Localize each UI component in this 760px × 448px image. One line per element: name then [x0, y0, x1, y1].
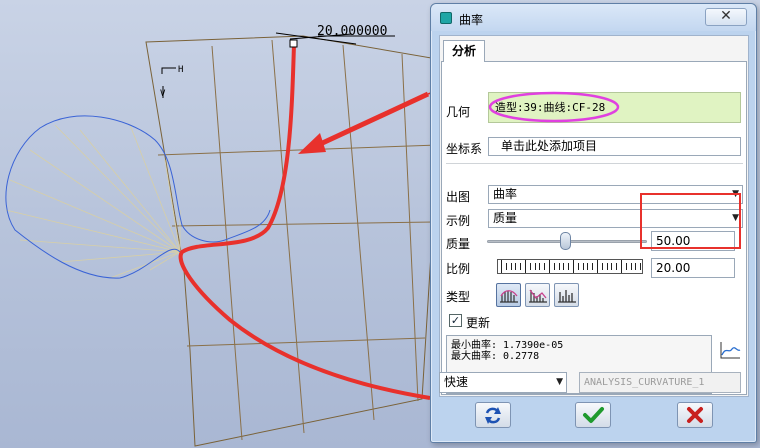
close-icon: ✕ [720, 8, 732, 24]
chevron-down-icon: ▼ [556, 377, 563, 387]
type-button-bars[interactable] [554, 283, 579, 307]
cross-icon [687, 407, 703, 423]
close-button[interactable]: ✕ [705, 8, 747, 26]
ruler-tick [529, 263, 531, 270]
ruler-tick [597, 260, 598, 273]
quality-value: 50.00 [656, 234, 691, 248]
geometry-label: 几何 [446, 105, 471, 119]
ruler-tick [601, 263, 603, 270]
feature-name-value: ANALYSIS_CURVATURE_1 [584, 377, 705, 388]
chevron-down-icon: ▼ [732, 189, 739, 199]
checkmark-icon: ✓ [450, 314, 461, 327]
update-label[interactable]: 更新 [466, 314, 490, 331]
csys-collector[interactable]: 单击此处添加项目 [488, 137, 741, 156]
curvature-app-icon [440, 12, 452, 24]
annotation-arrow-head [298, 133, 326, 154]
result-min-curvature: 最小曲率: 1.7390e-05 [451, 340, 564, 351]
ok-button[interactable] [575, 402, 611, 428]
ruler-tick [621, 260, 622, 273]
scale-value: 20.00 [656, 261, 691, 275]
update-checkbox[interactable]: ✓ [449, 314, 462, 327]
example-dropdown[interactable]: 质量 ▼ [488, 209, 743, 228]
ruler-tick [520, 263, 522, 270]
section-divider [446, 163, 743, 164]
graph-icon[interactable] [719, 340, 741, 360]
curvature-dialog: 曲率 ✕ 分析 几何 造型:39:曲线:CF-28 坐标系 单击此处添加项目 出… [430, 3, 757, 443]
ruler-tick [563, 263, 565, 270]
ruler-tick [640, 263, 642, 270]
analysis-panel: 几何 造型:39:曲线:CF-28 坐标系 单击此处添加项目 出图 曲率 ▼ 示… [441, 61, 747, 395]
ruler-tick [544, 263, 546, 270]
speed-dropdown[interactable]: 快速 ▼ [439, 372, 567, 393]
scale-input[interactable]: 20.00 [651, 258, 735, 278]
ruler-tick [534, 263, 536, 270]
plot-label: 出图 [446, 190, 471, 204]
ruler-tick [630, 263, 632, 270]
speed-value: 快速 [444, 375, 469, 389]
ruler-tick [587, 263, 589, 270]
quality-input[interactable]: 50.00 [651, 231, 735, 251]
type-label: 类型 [446, 290, 471, 304]
example-value: 质量 [493, 211, 518, 225]
csys-label: 坐标系 [446, 142, 483, 156]
ruler-tick [573, 260, 574, 273]
ruler-tick [505, 263, 507, 270]
quality-slider-thumb[interactable] [560, 232, 571, 250]
ruler-tick [625, 263, 627, 270]
axis-label-v: V [160, 89, 166, 99]
plot-dropdown[interactable]: 曲率 ▼ [488, 185, 743, 204]
ruler-tick [592, 263, 594, 270]
tab-analysis[interactable]: 分析 [443, 40, 485, 62]
ruler-tick [539, 263, 541, 270]
ruler-tick [582, 263, 584, 270]
feature-name-field[interactable]: ANALYSIS_CURVATURE_1 [579, 372, 741, 393]
axis-label-h: H [178, 65, 183, 75]
ruler-tick [611, 263, 613, 270]
curve-endpoint-marker[interactable] [289, 39, 298, 48]
ruler-tick [515, 263, 517, 270]
repaint-icon [485, 407, 501, 424]
ruler-tick [635, 263, 637, 270]
scale-ruler[interactable] [497, 259, 643, 274]
ruler-tick [558, 263, 560, 270]
ruler-tick [553, 263, 555, 270]
comb-type-icon [500, 290, 518, 303]
plot-value: 曲率 [493, 187, 518, 201]
ruler-tick [616, 263, 618, 270]
curvature-comb-outline [5, 115, 271, 279]
dialog-title: 曲率 [459, 13, 484, 27]
checkmark-icon [583, 407, 604, 423]
ruler-tick [568, 263, 570, 270]
dimension-value[interactable]: 20.000000 [317, 24, 387, 39]
surface-grid [145, 35, 444, 447]
quality-label: 质量 [446, 237, 471, 251]
dialog-content: 分析 几何 造型:39:曲线:CF-28 坐标系 单击此处添加项目 出图 曲率 … [439, 35, 749, 397]
csys-value: 单击此处添加项目 [501, 139, 598, 153]
ruler-tick [525, 260, 526, 273]
scale-label: 比例 [446, 262, 471, 276]
chevron-down-icon: ▼ [732, 213, 739, 223]
ruler-tick [501, 260, 502, 273]
bars-type-icon [558, 290, 576, 303]
ruler-tick [606, 263, 608, 270]
ruler-tick [510, 263, 512, 270]
ruler-tick [577, 263, 579, 270]
type-button-comb[interactable] [496, 283, 521, 307]
result-max-curvature: 最大曲率: 0.2778 [451, 351, 540, 362]
curvature-comb-rays [5, 124, 181, 279]
type-button-decline[interactable] [525, 283, 550, 307]
geometry-highlight-ellipse [488, 91, 620, 123]
repaint-button[interactable] [475, 402, 511, 428]
cancel-button[interactable] [677, 402, 713, 428]
decline-type-icon [529, 289, 547, 303]
annotation-arrow-shaft [314, 91, 430, 149]
dialog-titlebar[interactable]: 曲率 ✕ [431, 4, 756, 31]
example-label: 示例 [446, 214, 471, 228]
ruler-tick [549, 260, 550, 273]
